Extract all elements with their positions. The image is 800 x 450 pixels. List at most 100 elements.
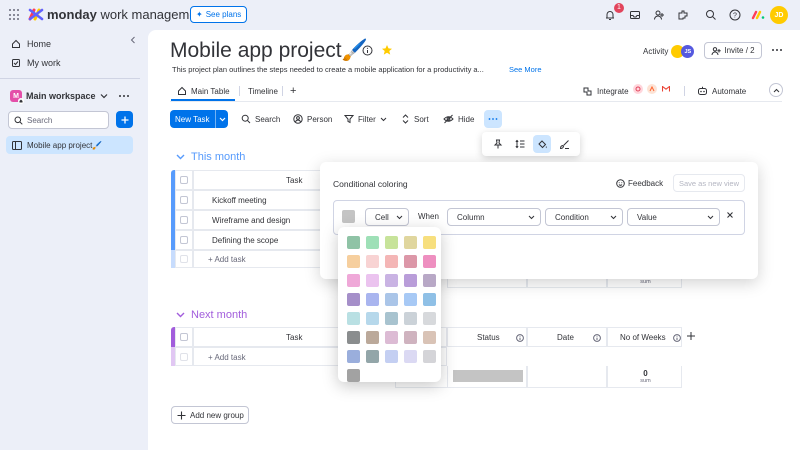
feedback-button[interactable]: Feedback [616, 179, 663, 188]
see-plans-button[interactable]: ✦ See plans [190, 6, 248, 23]
color-swatch[interactable] [347, 369, 360, 382]
condition-dropdown[interactable]: Condition [545, 208, 623, 226]
sidebar-item-board[interactable]: Mobile app project🖌️ [6, 136, 133, 154]
task-name[interactable]: Wireframe and design [212, 216, 290, 225]
tab-timeline[interactable]: Timeline [248, 84, 278, 98]
sidebar-search-input[interactable]: Search [8, 111, 109, 129]
more-actions-button[interactable] [484, 110, 502, 128]
info-icon[interactable] [516, 334, 524, 342]
automate-button[interactable]: Automate [697, 84, 746, 98]
app-switcher-icon[interactable] [9, 9, 21, 21]
row-checkbox[interactable] [180, 196, 188, 204]
color-swatch[interactable] [347, 312, 360, 325]
color-swatch[interactable] [366, 255, 379, 268]
integrate-button[interactable]: Integrate [582, 84, 629, 98]
select-all-checkbox[interactable] [180, 333, 188, 341]
color-swatch[interactable] [423, 255, 436, 268]
color-swatch[interactable] [385, 293, 398, 306]
apps-marketplace-icon[interactable] [675, 7, 691, 23]
sidebar-item-my-work[interactable]: My work [11, 56, 61, 70]
remove-rule-icon[interactable] [726, 211, 734, 219]
activity-button[interactable]: Activity JS [643, 45, 695, 58]
workspace-more-icon[interactable] [118, 91, 130, 101]
search-button[interactable]: Search [241, 112, 280, 126]
row-height-icon[interactable] [511, 135, 529, 153]
new-task-button[interactable]: New Task [170, 110, 228, 128]
save-as-new-view-button[interactable]: Save as new view [673, 174, 745, 192]
column-header-status[interactable]: Status [447, 327, 527, 347]
user-avatar[interactable]: JD [770, 6, 788, 24]
color-swatch[interactable] [366, 274, 379, 287]
color-swatch[interactable] [423, 331, 436, 344]
color-swatch[interactable] [385, 331, 398, 344]
color-swatch[interactable] [366, 350, 379, 363]
monday-products-icon[interactable] [750, 7, 766, 23]
row-checkbox[interactable] [180, 236, 188, 244]
column-dropdown[interactable]: Column [447, 208, 541, 226]
rule-color-swatch[interactable] [342, 210, 355, 223]
star-icon[interactable] [381, 44, 393, 56]
task-name[interactable]: Kickoff meeting [212, 196, 267, 205]
info-icon[interactable] [362, 45, 373, 56]
color-swatch[interactable] [385, 255, 398, 268]
color-swatch[interactable] [366, 331, 379, 344]
person-filter-button[interactable]: Person [293, 112, 332, 126]
color-swatch[interactable] [347, 255, 360, 268]
workspace-selector[interactable]: M Main workspace [10, 89, 108, 104]
search-icon[interactable] [703, 7, 719, 23]
color-swatch[interactable] [404, 255, 417, 268]
conditional-coloring-icon[interactable] [533, 135, 551, 153]
column-header-date[interactable]: Date [527, 327, 607, 347]
color-swatch[interactable] [423, 293, 436, 306]
invite-button[interactable]: Invite / 2 [704, 42, 762, 59]
filter-button[interactable]: Filter [344, 112, 387, 126]
info-icon[interactable] [593, 334, 601, 342]
color-swatch[interactable] [366, 236, 379, 249]
invite-members-icon[interactable] [651, 7, 667, 23]
add-column-icon[interactable] [686, 331, 696, 341]
board-more-icon[interactable] [771, 45, 783, 55]
color-swatch[interactable] [385, 312, 398, 325]
color-swatch[interactable] [423, 274, 436, 287]
chevron-down-icon[interactable] [215, 110, 228, 128]
color-swatch[interactable] [404, 350, 417, 363]
add-view-button[interactable]: + [290, 84, 296, 98]
paint-brush-icon[interactable] [555, 135, 573, 153]
see-more-link[interactable]: See More [509, 65, 542, 74]
color-swatch[interactable] [404, 274, 417, 287]
color-swatch[interactable] [366, 312, 379, 325]
color-swatch[interactable] [404, 293, 417, 306]
hide-button[interactable]: Hide [443, 112, 474, 126]
add-task-input[interactable]: + Add task [208, 353, 246, 362]
add-item-button[interactable] [116, 111, 133, 128]
color-swatch[interactable] [347, 293, 360, 306]
pin-icon[interactable] [489, 135, 507, 153]
add-new-group-button[interactable]: Add new group [171, 406, 249, 424]
color-swatch[interactable] [347, 350, 360, 363]
color-swatch[interactable] [347, 274, 360, 287]
group-header-this-month[interactable]: This month [176, 151, 245, 163]
select-all-checkbox[interactable] [180, 176, 188, 184]
tab-main-table[interactable]: Main Table [177, 84, 230, 98]
help-icon[interactable]: ? [727, 7, 743, 23]
collapse-header-button[interactable] [769, 83, 783, 97]
color-swatch[interactable] [347, 236, 360, 249]
color-swatch[interactable] [404, 331, 417, 344]
color-swatch[interactable] [347, 331, 360, 344]
color-swatch[interactable] [423, 350, 436, 363]
color-swatch[interactable] [385, 350, 398, 363]
collapse-sidebar-button[interactable] [126, 33, 140, 47]
color-swatch[interactable] [423, 236, 436, 249]
value-dropdown[interactable]: Value [627, 208, 720, 226]
color-swatch[interactable] [385, 274, 398, 287]
color-swatch[interactable] [404, 312, 417, 325]
inbox-icon[interactable] [627, 7, 643, 23]
color-swatch[interactable] [366, 293, 379, 306]
sort-button[interactable]: Sort [401, 112, 429, 126]
apply-to-dropdown[interactable]: Cell [365, 208, 409, 226]
color-swatch[interactable] [404, 236, 417, 249]
column-header-weeks[interactable]: No of Weeks [607, 327, 682, 347]
page-title[interactable]: Mobile app project🖌️ [170, 39, 368, 63]
color-swatch[interactable] [385, 236, 398, 249]
info-icon[interactable] [673, 334, 681, 342]
